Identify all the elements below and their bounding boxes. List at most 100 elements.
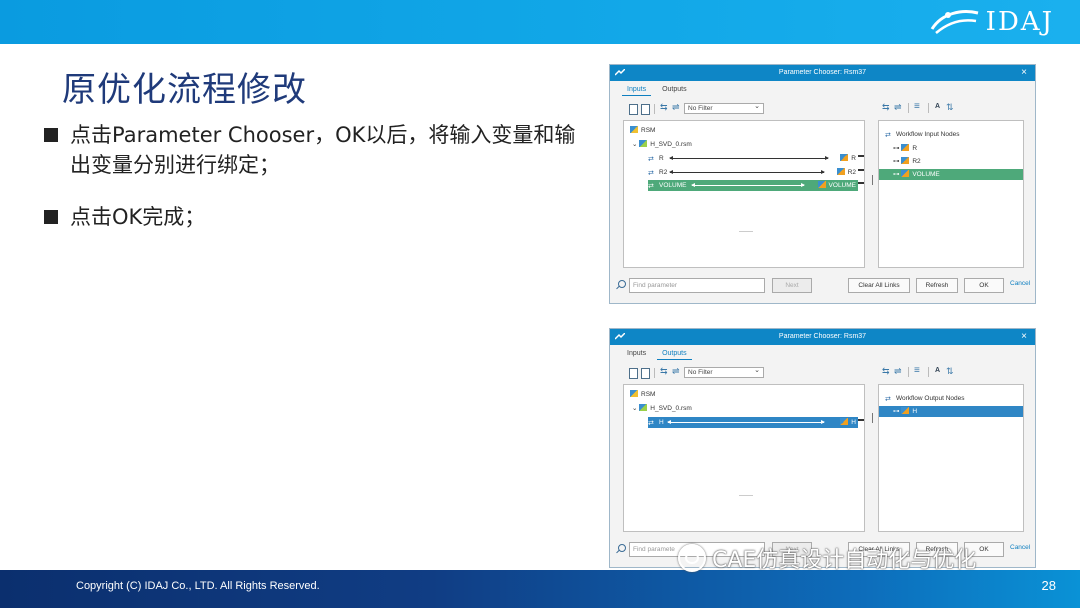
bullet-text: 点击Parameter Chooser，OK以后，将输入变量和输出变量分别进行绑… xyxy=(70,123,576,177)
watermark-text: CAE仿真设计自动化与优化 xyxy=(712,548,977,573)
tab-bar: Inputs Outputs xyxy=(622,349,692,360)
resize-grip[interactable] xyxy=(739,231,753,232)
unlink-icon[interactable] xyxy=(894,366,903,377)
parameter-link-row-selected[interactable]: ⇄ VOLUME VOLUME xyxy=(648,180,864,191)
parameter-chooser-dialog-outputs: Parameter Chooser: Rsm37 × Inputs Output… xyxy=(609,328,1036,568)
source-parameter-tree: RSM ⌄ H_SVD_0.rsm ⇄ H H xyxy=(623,384,873,532)
source-parameter-label: R2 xyxy=(659,169,668,176)
scrollbar-thumb[interactable] xyxy=(872,413,873,423)
workflow-node-selected[interactable]: ⊶ VOLUME xyxy=(879,169,1023,180)
expand-icon[interactable] xyxy=(628,368,638,379)
dialog-title: Parameter Chooser: Rsm37 xyxy=(778,333,867,340)
workflow-root[interactable]: ⇄ Workflow Input Nodes xyxy=(885,129,959,140)
target-parameter-label: H xyxy=(851,419,856,426)
bullet-item: 点击OK完成； xyxy=(44,202,584,232)
tab-outputs[interactable]: Outputs xyxy=(657,85,692,96)
tree-root[interactable]: RSM xyxy=(630,389,655,400)
parameter-icon: ⇄ xyxy=(885,132,891,139)
expand-icon[interactable] xyxy=(628,104,638,115)
find-parameter-input[interactable]: Find parameter xyxy=(629,278,765,293)
clear-all-links-button[interactable]: Clear All Links xyxy=(848,278,910,293)
close-icon[interactable]: × xyxy=(1021,329,1027,345)
collapse-icon[interactable] xyxy=(640,368,650,379)
unlink-icon[interactable] xyxy=(672,102,681,113)
toolbar-divider xyxy=(654,367,655,378)
dialog-title: Parameter Chooser: Rsm37 xyxy=(778,69,867,76)
link-icon[interactable] xyxy=(660,366,669,377)
collapse-icon[interactable] xyxy=(640,104,650,115)
target-parameter-label: R xyxy=(851,155,856,162)
workflow-node[interactable]: ⊶ R xyxy=(893,143,917,154)
ok-button[interactable]: OK xyxy=(964,278,1004,293)
slide-title: 原优化流程修改 xyxy=(62,70,307,110)
unlink-icon[interactable] xyxy=(672,366,681,377)
tree-root[interactable]: RSM xyxy=(630,125,655,136)
target-parameter-label: R2 xyxy=(847,169,856,176)
link-arrow xyxy=(669,156,829,160)
tab-bar: Inputs Outputs xyxy=(622,85,692,96)
link-endpoint xyxy=(858,419,864,421)
tree-root-label: RSM xyxy=(641,127,656,134)
idaj-logo-swoosh-icon xyxy=(930,10,979,34)
dialog-titlebar: Parameter Chooser: Rsm37 × xyxy=(610,65,1035,81)
resize-grip[interactable] xyxy=(739,495,753,496)
workflow-node-selected[interactable]: ⊶ H xyxy=(879,406,1023,417)
sort-order-icon[interactable] xyxy=(946,102,955,113)
filter-select[interactable]: No Filter xyxy=(684,102,764,114)
parameter-icon: ⇄ xyxy=(648,170,654,177)
link-icon[interactable] xyxy=(660,102,669,113)
target-parameter: H xyxy=(840,417,856,428)
list-icon[interactable] xyxy=(914,365,923,377)
model-icon xyxy=(639,404,648,411)
idaj-logo: IDAJ xyxy=(928,6,1054,38)
workflow-root[interactable]: ⇄ Workflow Output Nodes xyxy=(885,393,965,404)
target-parameter-label: VOLUME xyxy=(828,182,856,189)
unlink-icon[interactable] xyxy=(894,102,903,113)
workflow-node[interactable]: ⊶ R2 xyxy=(893,156,921,167)
search-icon xyxy=(618,544,626,552)
sort-az-icon[interactable] xyxy=(934,103,943,113)
scrollbar-thumb[interactable] xyxy=(872,175,873,185)
cancel-link[interactable]: Cancel xyxy=(1010,280,1030,287)
next-button[interactable]: Next xyxy=(772,278,812,293)
tab-inputs[interactable]: Inputs xyxy=(622,85,652,96)
tree-file[interactable]: ⌄ H_SVD_0.rsm xyxy=(632,139,692,150)
top-banner xyxy=(0,0,1080,44)
source-parameter-label: H xyxy=(659,419,664,426)
link-arrow xyxy=(669,170,825,174)
cancel-link[interactable]: Cancel xyxy=(1010,544,1030,551)
parameter-link-row[interactable]: ⇄ R R xyxy=(648,153,864,164)
source-parameter-tree: RSM ⌄ H_SVD_0.rsm ⇄ R R ⇄ R2 R2 ⇄ VOLUME VO… xyxy=(623,120,873,268)
list-icon[interactable] xyxy=(914,101,923,113)
link-status-icon: ⊶ xyxy=(893,408,902,415)
tree-file[interactable]: ⌄ H_SVD_0.rsm xyxy=(632,403,692,414)
bullet-item: 点击Parameter Chooser，OK以后，将输入变量和输出变量分别进行绑… xyxy=(44,120,584,180)
tree-file-label: H_SVD_0.rsm xyxy=(650,141,692,148)
link-icon[interactable] xyxy=(882,366,891,377)
rsm-icon xyxy=(630,390,638,397)
filter-select[interactable]: No Filter xyxy=(684,366,764,378)
node-icon xyxy=(840,154,849,161)
link-endpoint xyxy=(858,155,864,157)
parameter-icon: ⇄ xyxy=(648,420,654,427)
close-icon[interactable]: × xyxy=(1021,65,1027,81)
dialog-footer: Find parameter Next Clear All Links Refr… xyxy=(616,278,1030,294)
toolbar-divider xyxy=(908,367,909,377)
workflow-root-label: Workflow Output Nodes xyxy=(896,395,965,402)
left-toolbar: No Filter xyxy=(628,366,764,379)
parameter-link-row[interactable]: ⇄ R2 R2 xyxy=(648,167,864,178)
sort-az-icon[interactable] xyxy=(934,367,943,377)
parameter-chooser-dialog-inputs: Parameter Chooser: Rsm37 × Inputs Output… xyxy=(609,64,1036,304)
tab-outputs[interactable]: Outputs xyxy=(657,349,692,360)
parameter-icon: ⇄ xyxy=(648,156,654,163)
parameter-link-row-selected[interactable]: ⇄ H H xyxy=(648,417,864,428)
tab-inputs[interactable]: Inputs xyxy=(622,349,651,360)
node-icon xyxy=(901,407,910,414)
node-icon xyxy=(836,168,845,175)
sort-order-icon[interactable] xyxy=(946,366,955,377)
refresh-button[interactable]: Refresh xyxy=(916,278,958,293)
toolbar-divider xyxy=(908,103,909,113)
dialog-titlebar: Parameter Chooser: Rsm37 × xyxy=(610,329,1035,345)
link-icon[interactable] xyxy=(882,102,891,113)
node-icon xyxy=(901,157,910,164)
